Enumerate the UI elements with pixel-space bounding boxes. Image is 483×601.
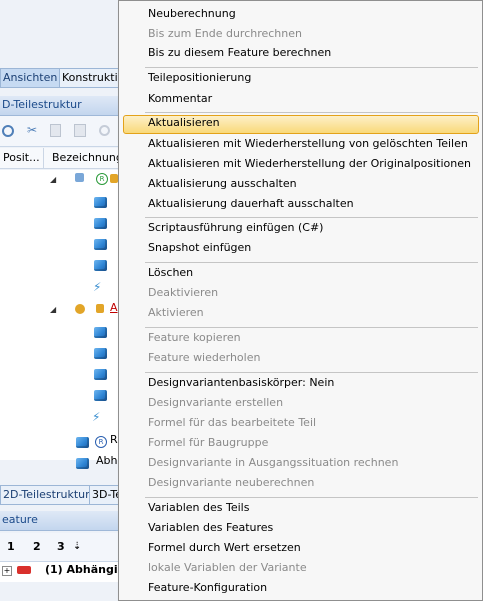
structure-toolbar: ✂: [0, 116, 120, 147]
reference-icon: R: [95, 436, 107, 448]
menu-item-scriptausfuehrung[interactable]: Scriptausführung einfügen (C#): [148, 219, 323, 237]
column-bezeichnung[interactable]: Bezeichnung: [52, 148, 120, 168]
menu-item-designvariante-neuberechnen[interactable]: Designvariante neuberechnen: [148, 474, 314, 492]
column-position[interactable]: Posit...: [3, 148, 40, 168]
menu-item-formel-durch-wert-ersetzen[interactable]: Formel durch Wert ersetzen: [148, 539, 301, 557]
menu-separator: [145, 372, 478, 373]
context-menu: Neuberechnung Bis zum Ende durchrechnen …: [118, 0, 483, 601]
refresh-icon[interactable]: [99, 125, 110, 136]
menu-item-designvariantenbasiskoerper[interactable]: Designvariantenbasiskörper: Nein: [148, 374, 334, 392]
menu-item-aktualisieren-geloeschte-teile[interactable]: Aktualisieren mit Wiederherstellung von …: [148, 135, 468, 153]
part-icon: [94, 239, 107, 250]
menu-item-aktualisierung-dauerhaft-ausschalten[interactable]: Aktualisierung dauerhaft ausschalten: [148, 195, 354, 213]
menu-item-teilepositionierung[interactable]: Teilepositionierung: [148, 69, 251, 87]
tree-item-red-label[interactable]: A: [110, 301, 118, 314]
menu-item-bis-zum-ende[interactable]: Bis zum Ende durchrechnen: [148, 25, 302, 43]
paste-icon[interactable]: [74, 124, 86, 137]
column-divider: [43, 148, 44, 168]
menu-item-lokale-variablen[interactable]: lokale Variablen der Variante: [148, 559, 307, 577]
menu-separator: [145, 327, 478, 328]
reference-icon: R: [96, 173, 108, 185]
menu-item-designvariante-erstellen[interactable]: Designvariante erstellen: [148, 394, 283, 412]
menu-separator: [145, 262, 478, 263]
menu-item-formel-baugruppe[interactable]: Formel für Baugruppe: [148, 434, 268, 452]
part-icon: [94, 197, 107, 208]
menu-separator: [145, 112, 478, 113]
expand-icon[interactable]: +: [2, 566, 12, 576]
copy-icon[interactable]: [50, 124, 61, 137]
part-icon: [94, 260, 107, 271]
tree-item-label[interactable]: Abh: [96, 454, 117, 467]
tab-2d-teilestruktur[interactable]: 2D-Teilestruktur: [0, 485, 92, 505]
feature-list[interactable]: + (1) Abhängige: [0, 562, 133, 582]
menu-item-feature-kopieren[interactable]: Feature kopieren: [148, 329, 241, 347]
part-icon: [94, 327, 107, 338]
menu-item-feature-konfiguration[interactable]: Feature-Konfiguration: [148, 579, 267, 597]
level-3-icon[interactable]: 3: [57, 540, 65, 553]
menu-item-loeschen[interactable]: Löschen: [148, 264, 193, 282]
part-icon: [94, 218, 107, 229]
part-icon: [76, 437, 89, 448]
feature-type-icon: [17, 566, 31, 574]
feature-icon: ⚡: [93, 280, 102, 294]
feature-icon: ⚡: [92, 410, 101, 424]
level-2-icon[interactable]: 2: [33, 540, 41, 553]
tab-konstruktion[interactable]: Konstruktio: [59, 68, 125, 88]
menu-item-snapshot-einfuegen[interactable]: Snapshot einfügen: [148, 239, 251, 257]
menu-separator: [145, 217, 478, 218]
assembly-icon: [75, 173, 84, 182]
menu-item-designvariante-ausgangssituation[interactable]: Designvariante in Ausgangssituation rech…: [148, 454, 398, 472]
tree-item-label[interactable]: R: [110, 433, 118, 446]
tab-ansichten[interactable]: Ansichten: [0, 68, 62, 88]
menu-item-formel-bearbeitetes-teil[interactable]: Formel für das bearbeitete Teil: [148, 414, 316, 432]
menu-item-aktualisierung-ausschalten[interactable]: Aktualisierung ausschalten: [148, 175, 297, 193]
part-icon: [94, 390, 107, 401]
menu-separator: [145, 497, 478, 498]
part-icon: [76, 458, 89, 469]
menu-item-feature-wiederholen[interactable]: Feature wiederholen: [148, 349, 260, 367]
structure-panel: Ansichten Konstruktio D-Teilestruktur ✂ …: [0, 0, 133, 601]
scissors-icon[interactable]: ✂: [27, 124, 40, 137]
level-1-icon[interactable]: 1: [7, 540, 15, 553]
structure-tree[interactable]: ◢ R ⚡ ◢ A ⚡ R R Abh: [0, 170, 120, 469]
menu-item-neuberechnung[interactable]: Neuberechnung: [148, 5, 236, 23]
search-icon[interactable]: [2, 125, 14, 137]
menu-item-bis-zu-diesem-feature[interactable]: Bis zu diesem Feature berechnen: [148, 44, 331, 62]
menu-item-variablen-des-features[interactable]: Variablen des Features: [148, 519, 273, 537]
menu-item-aktivieren[interactable]: Aktivieren: [148, 304, 204, 322]
expand-all-icon[interactable]: ⇣: [73, 541, 81, 552]
panel-header-feature: eature: [0, 511, 122, 531]
part-icon: [94, 369, 107, 380]
lock-icon: [110, 174, 118, 183]
menu-item-variablen-des-teils[interactable]: Variablen des Teils: [148, 499, 249, 517]
lock-icon: [96, 304, 104, 313]
panel-header-3d-structure: D-Teilestruktur: [0, 96, 122, 116]
column-header-row: Posit... Bezeichnung: [0, 148, 120, 169]
feature-toolbar: 1 2 3 ⇣: [0, 533, 120, 562]
part-icon: [94, 348, 107, 359]
assembly-icon: [75, 304, 85, 314]
menu-item-deaktivieren[interactable]: Deaktivieren: [148, 284, 218, 302]
menu-item-aktualisieren-originalpositionen[interactable]: Aktualisieren mit Wiederherstellung der …: [148, 155, 471, 173]
collapse-arrow-icon[interactable]: ◢: [50, 175, 56, 184]
menu-item-aktualisieren[interactable]: Aktualisieren: [148, 114, 220, 132]
collapse-arrow-icon[interactable]: ◢: [50, 305, 56, 314]
menu-separator: [145, 67, 478, 68]
menu-item-kommentar[interactable]: Kommentar: [148, 90, 212, 108]
